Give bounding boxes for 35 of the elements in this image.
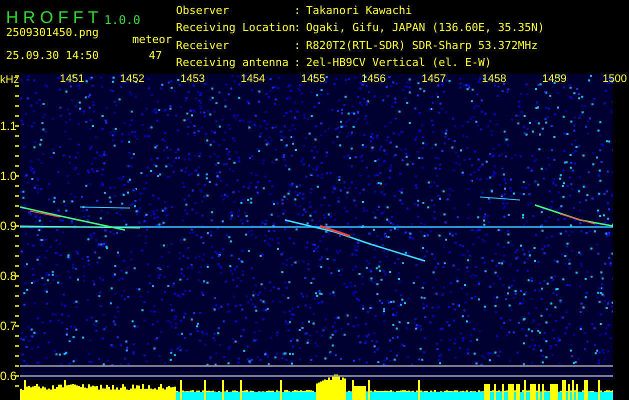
frequency-tick-label: 1455 <box>300 72 326 86</box>
detection-count: 47 <box>148 50 162 62</box>
app-title: H R O F F T <box>6 9 98 26</box>
detection-label: meteor <box>132 34 172 46</box>
frequency-tick-label: 1457 <box>422 72 446 86</box>
frequency-tick-label: 1458 <box>482 72 506 86</box>
level-tick-label: 1.1 <box>0 119 17 133</box>
level-tick-label: 0.9 <box>0 219 17 233</box>
info-separator: : <box>294 5 302 19</box>
frequency-tick-label: 1454 <box>240 72 266 86</box>
level-tick-label: 0.6 <box>0 369 17 383</box>
frequency-tick-label: 1453 <box>180 72 205 86</box>
info-value: 2el-HB9CV Vertical (el. E-W) <box>306 56 492 71</box>
frequency-unit: kHz <box>0 73 19 88</box>
info-separator: : <box>294 22 302 36</box>
info-separator: : <box>294 40 302 54</box>
level-tick-label: 1.0 <box>0 169 17 183</box>
frequency-tick-label: 1456 <box>361 72 386 86</box>
info-value: Ogaki, Gifu, JAPAN (136.60E, 35.35N) <box>306 22 544 36</box>
info-label: Receiving Location <box>176 22 294 36</box>
app-version: 1.0.0 <box>104 14 140 26</box>
info-label: Receiver <box>176 40 230 54</box>
timestamp: 25.09.30 14:50 <box>6 50 99 62</box>
frequency-tick-label: 1459 <box>542 72 567 86</box>
frequency-tick-label: 1500 <box>602 72 627 86</box>
info-label: Receiving antenna <box>176 56 290 71</box>
frequency-tick-label: 1452 <box>120 72 145 86</box>
level-tick-label: 0.8 <box>0 269 17 283</box>
info-value: Takanori Kawachi <box>306 5 413 19</box>
info-label: Observer <box>176 5 230 19</box>
frequency-tick-label: 1451 <box>60 72 84 86</box>
info-value: R820T2(RTL-SDR) SDR-Sharp 53.372MHz <box>306 40 539 54</box>
level-tick-label: 0.7 <box>0 319 17 333</box>
file-name: 2509301450.png <box>6 27 99 39</box>
info-separator: : <box>294 56 302 71</box>
